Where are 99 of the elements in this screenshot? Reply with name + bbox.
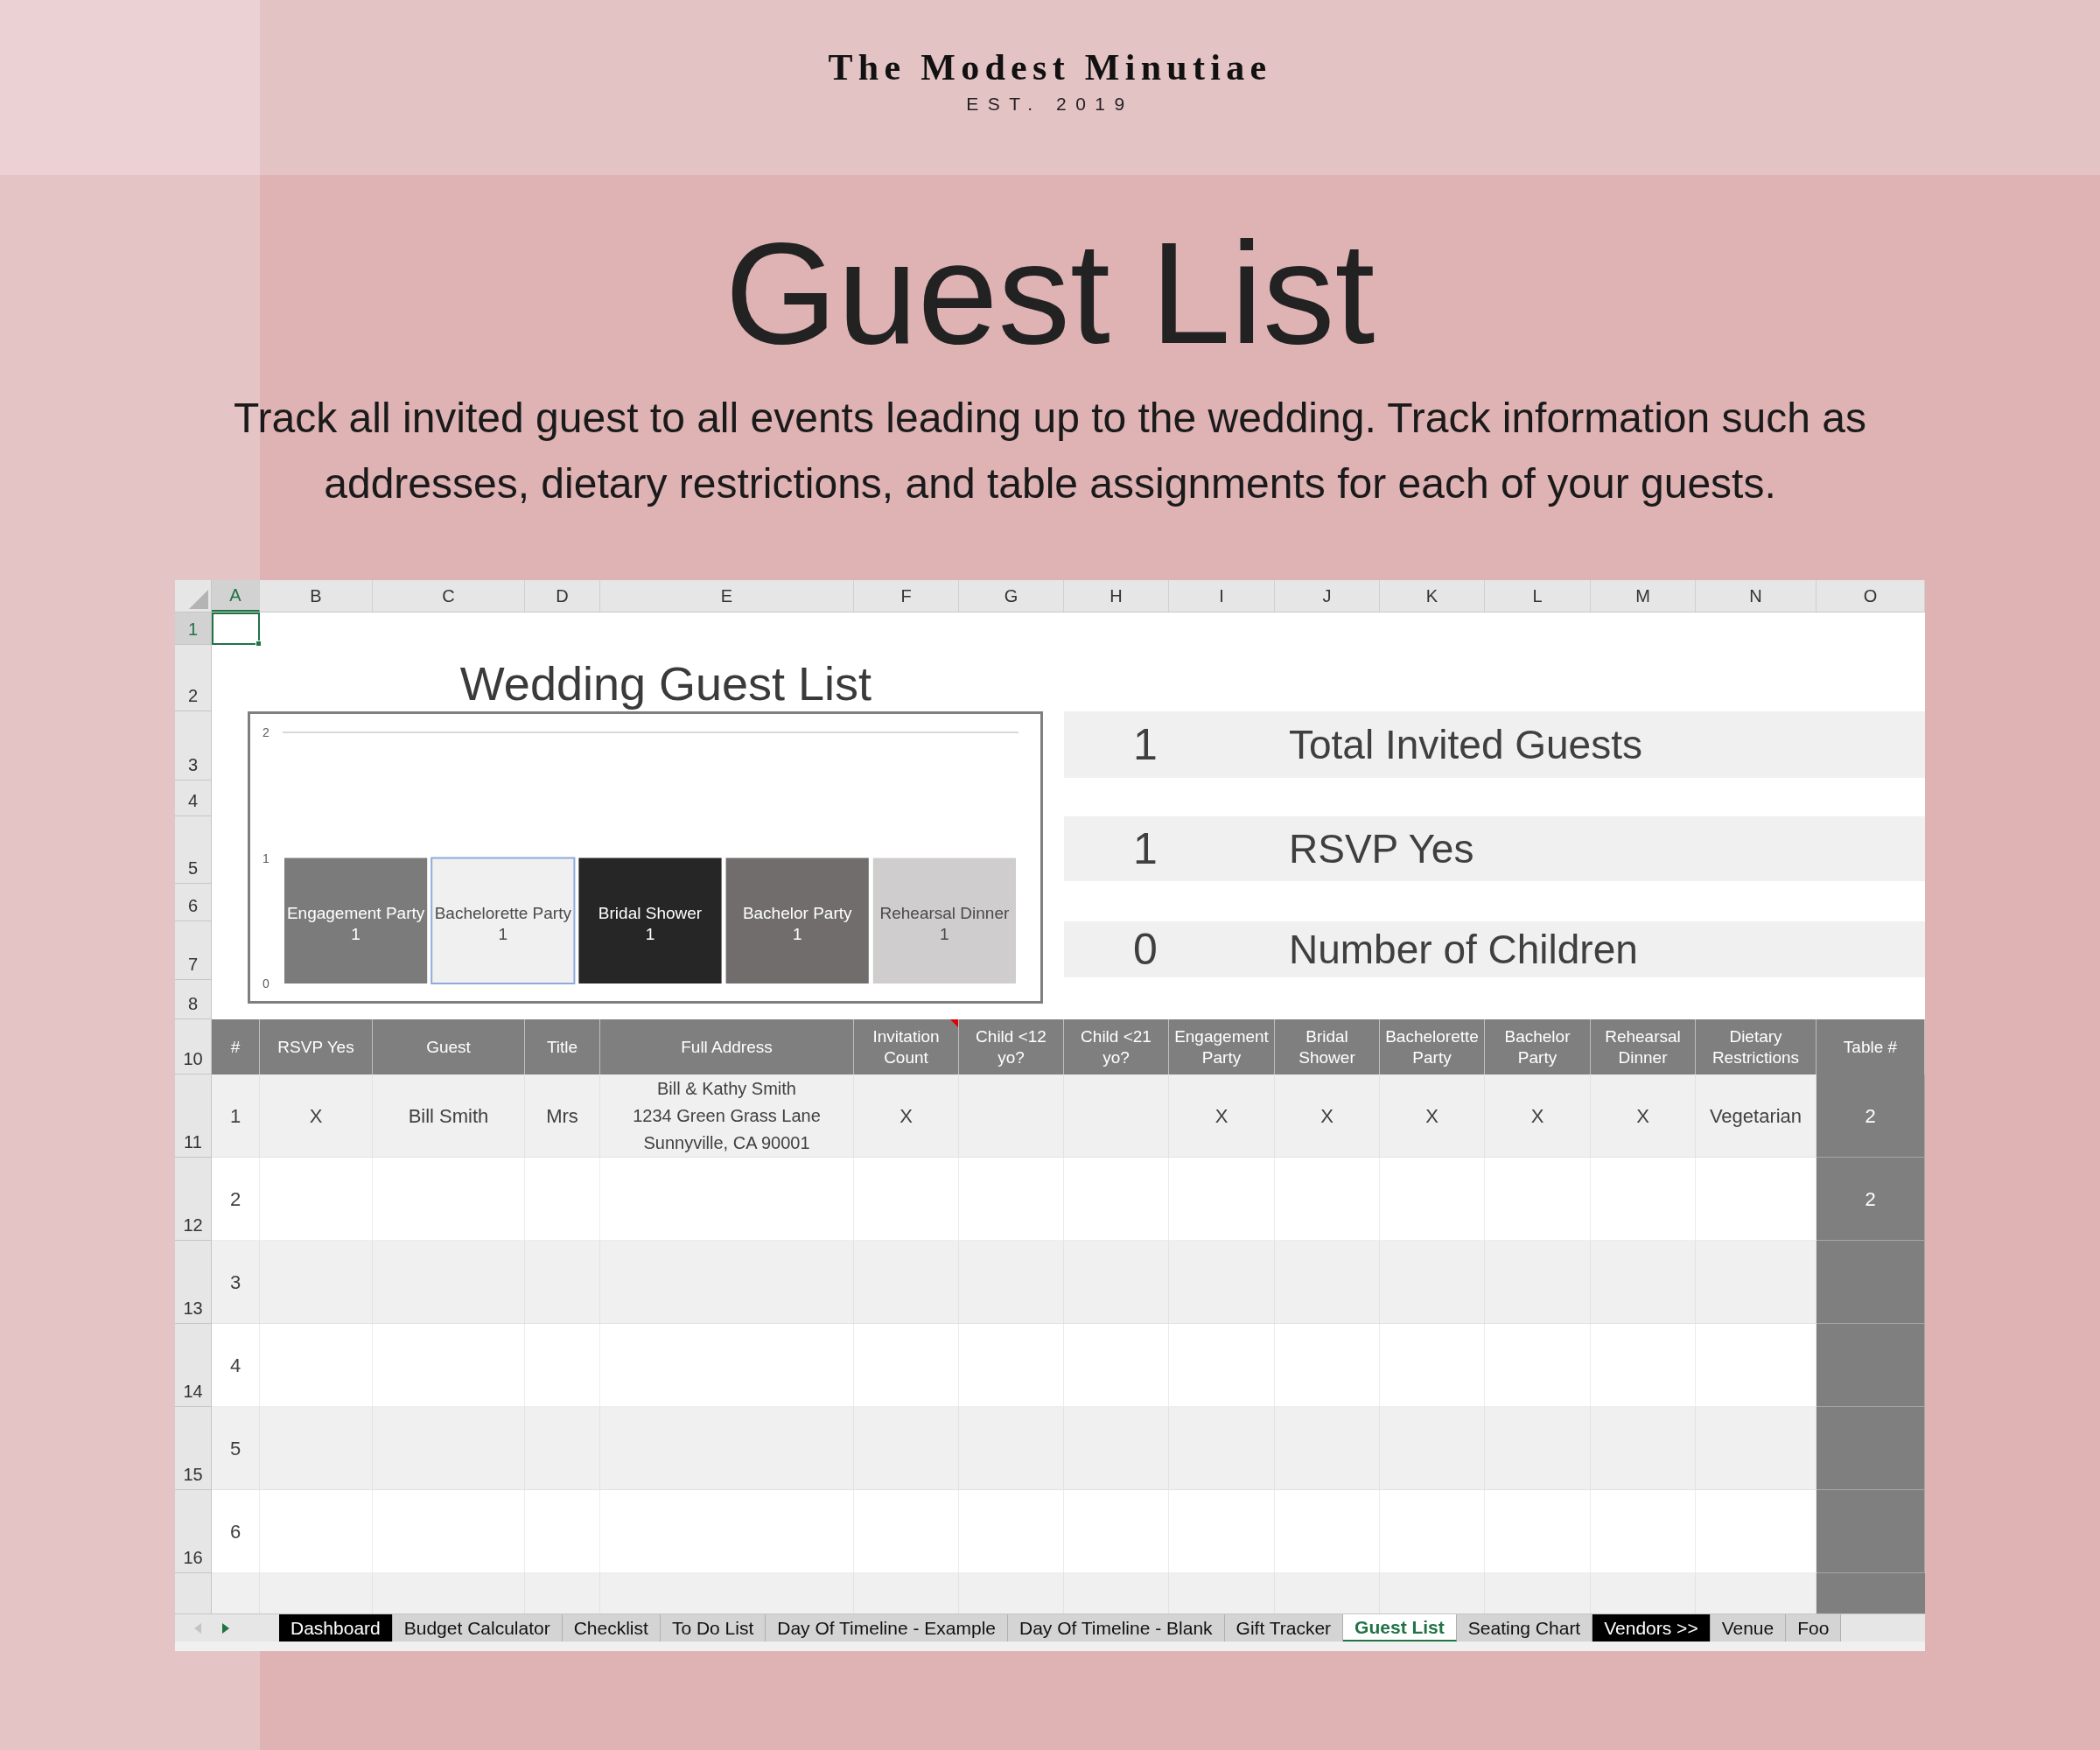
table-cell: Bill & Kathy Smith 1234 Green Grass Lane Sunnyville, CA 90001 [600, 1074, 854, 1158]
summary-label: Number of Children [1289, 925, 1638, 974]
scroll-right-icon[interactable] [222, 1622, 229, 1634]
sheet-tab[interactable]: Vendors >> [1592, 1614, 1711, 1642]
row-header[interactable]: 6 [175, 884, 212, 921]
table-cell: X [1485, 1074, 1591, 1158]
row-header[interactable]: 2 [175, 645, 212, 711]
column-header[interactable]: L [1485, 580, 1591, 612]
column-heading: Bachelor Party [1485, 1019, 1591, 1074]
column-header[interactable]: D [525, 580, 600, 612]
row-header[interactable]: 3 [175, 711, 212, 780]
column-heading: Dietary Restrictions [1696, 1019, 1816, 1074]
sheet-tab[interactable]: Day Of Timeline - Example [766, 1614, 1008, 1642]
data-label: Bridal Shower 1 [598, 904, 703, 944]
row-header[interactable]: 5 [175, 816, 212, 884]
table-cell: 6 [212, 1490, 260, 1573]
column-header[interactable]: F [854, 580, 959, 612]
sheet-tab[interactable]: Foo [1786, 1614, 1842, 1642]
sheet-tab[interactable]: Seating Chart [1456, 1614, 1593, 1642]
column-heading: Engagement Party [1169, 1019, 1275, 1074]
data-label: Bachelor Party 1 [742, 904, 852, 944]
sheet-tab[interactable]: Guest List [1343, 1614, 1457, 1642]
column-heading: Full Address [600, 1019, 854, 1074]
column-heading: Table # [1816, 1019, 1925, 1074]
summary-label: Total Invited Guests [1289, 720, 1642, 769]
data-label: Bachelorette Party 1 [434, 904, 571, 944]
brand-name: The Modest Minutiae [828, 46, 1272, 89]
column-header[interactable]: H [1064, 580, 1169, 612]
summary-value: 0 [1132, 923, 1158, 976]
row-header[interactable]: 1 [175, 612, 212, 645]
sheet-title: Wedding Guest List [458, 656, 873, 711]
table-cell: 1 [212, 1074, 260, 1158]
sheet-tab[interactable]: To Do List [660, 1614, 766, 1642]
summary-label: RSVP Yes [1289, 824, 1474, 873]
axis-tick-label: 0 [262, 976, 270, 990]
table-cell: X [1380, 1074, 1485, 1158]
summary-value: 1 [1132, 718, 1158, 771]
column-heading: Bachelorette Party [1380, 1019, 1485, 1074]
column-header[interactable]: G [959, 580, 1064, 612]
table-cell: 4 [212, 1324, 260, 1407]
column-heading: Child <12 yo? [959, 1019, 1064, 1074]
sheet-tab[interactable]: Gift Tracker [1224, 1614, 1344, 1642]
table-cell: Bill Smith [373, 1074, 525, 1158]
row-header[interactable]: 8 [175, 980, 212, 1019]
row-header[interactable]: 14 [175, 1324, 212, 1407]
column-heading: Guest [373, 1019, 525, 1074]
sheet-tab[interactable]: Budget Calculator [392, 1614, 563, 1642]
column-header[interactable]: N [1696, 580, 1816, 612]
row-header[interactable]: 10 [175, 1019, 212, 1074]
description: Track all invited guest to all events leading up to the wedding. Track information such as addresses, dietary restrictions, and table assignments for each of your guests. [233, 394, 1867, 508]
row-header[interactable]: 4 [175, 780, 212, 816]
table-cell: X [260, 1074, 373, 1158]
column-header[interactable]: A [212, 580, 260, 612]
column-heading: Invitation Count [854, 1019, 959, 1074]
column-header[interactable]: I [1169, 580, 1275, 612]
row-header[interactable]: 13 [175, 1241, 212, 1324]
table-cell: 3 [212, 1241, 260, 1324]
table-cell: X [1591, 1074, 1696, 1158]
sheet-tab[interactable]: Dashboard [279, 1614, 393, 1642]
sheet-tab[interactable]: Venue [1710, 1614, 1787, 1642]
column-heading: Bridal Shower [1275, 1019, 1380, 1074]
row-header[interactable]: 7 [175, 921, 212, 980]
column-header[interactable]: E [600, 580, 854, 612]
data-label: Engagement Party 1 [286, 904, 425, 944]
column-heading: Child <21 yo? [1064, 1019, 1169, 1074]
axis-tick-label: 2 [262, 725, 270, 739]
table-cell: X [854, 1074, 959, 1158]
axis-tick-label: 1 [262, 850, 270, 865]
row-header[interactable]: 11 [175, 1074, 212, 1158]
row-header[interactable]: 16 [175, 1490, 212, 1573]
table-cell: X [1169, 1074, 1275, 1158]
column-header[interactable]: K [1380, 580, 1485, 612]
fill-handle[interactable] [256, 640, 262, 647]
table-cell: X [1275, 1074, 1380, 1158]
column-header[interactable]: B [260, 580, 373, 612]
sheet-tab[interactable]: Day Of Timeline - Blank [1008, 1614, 1225, 1642]
row-header[interactable]: 15 [175, 1407, 212, 1490]
table-cell: Vegetarian [1696, 1074, 1816, 1158]
data-label: Rehearsal Dinner 1 [879, 904, 1010, 944]
column-header[interactable]: J [1275, 580, 1380, 612]
column-heading: # [212, 1019, 260, 1074]
column-heading: Title [525, 1019, 600, 1074]
column-header[interactable]: C [373, 580, 525, 612]
column-heading: RSVP Yes [260, 1019, 373, 1074]
summary-value: 1 [1132, 822, 1158, 875]
table-cell: 2 [1816, 1158, 1925, 1241]
column-header[interactable]: M [1591, 580, 1696, 612]
row-header[interactable]: 12 [175, 1158, 212, 1241]
sheet-tab[interactable]: Checklist [562, 1614, 661, 1642]
selected-cell[interactable] [212, 612, 260, 645]
brand-tagline: EST. 2019 [966, 93, 1134, 116]
column-header[interactable]: O [1816, 580, 1925, 612]
table-cell: 5 [212, 1407, 260, 1490]
page-heading: Guest List [724, 214, 1376, 372]
column-heading: Rehearsal Dinner [1591, 1019, 1696, 1074]
table-cell: 2 [212, 1158, 260, 1241]
table-cell: 2 [1816, 1074, 1925, 1158]
table-cell: Mrs [525, 1074, 600, 1158]
corner-triangle-icon [189, 590, 208, 609]
